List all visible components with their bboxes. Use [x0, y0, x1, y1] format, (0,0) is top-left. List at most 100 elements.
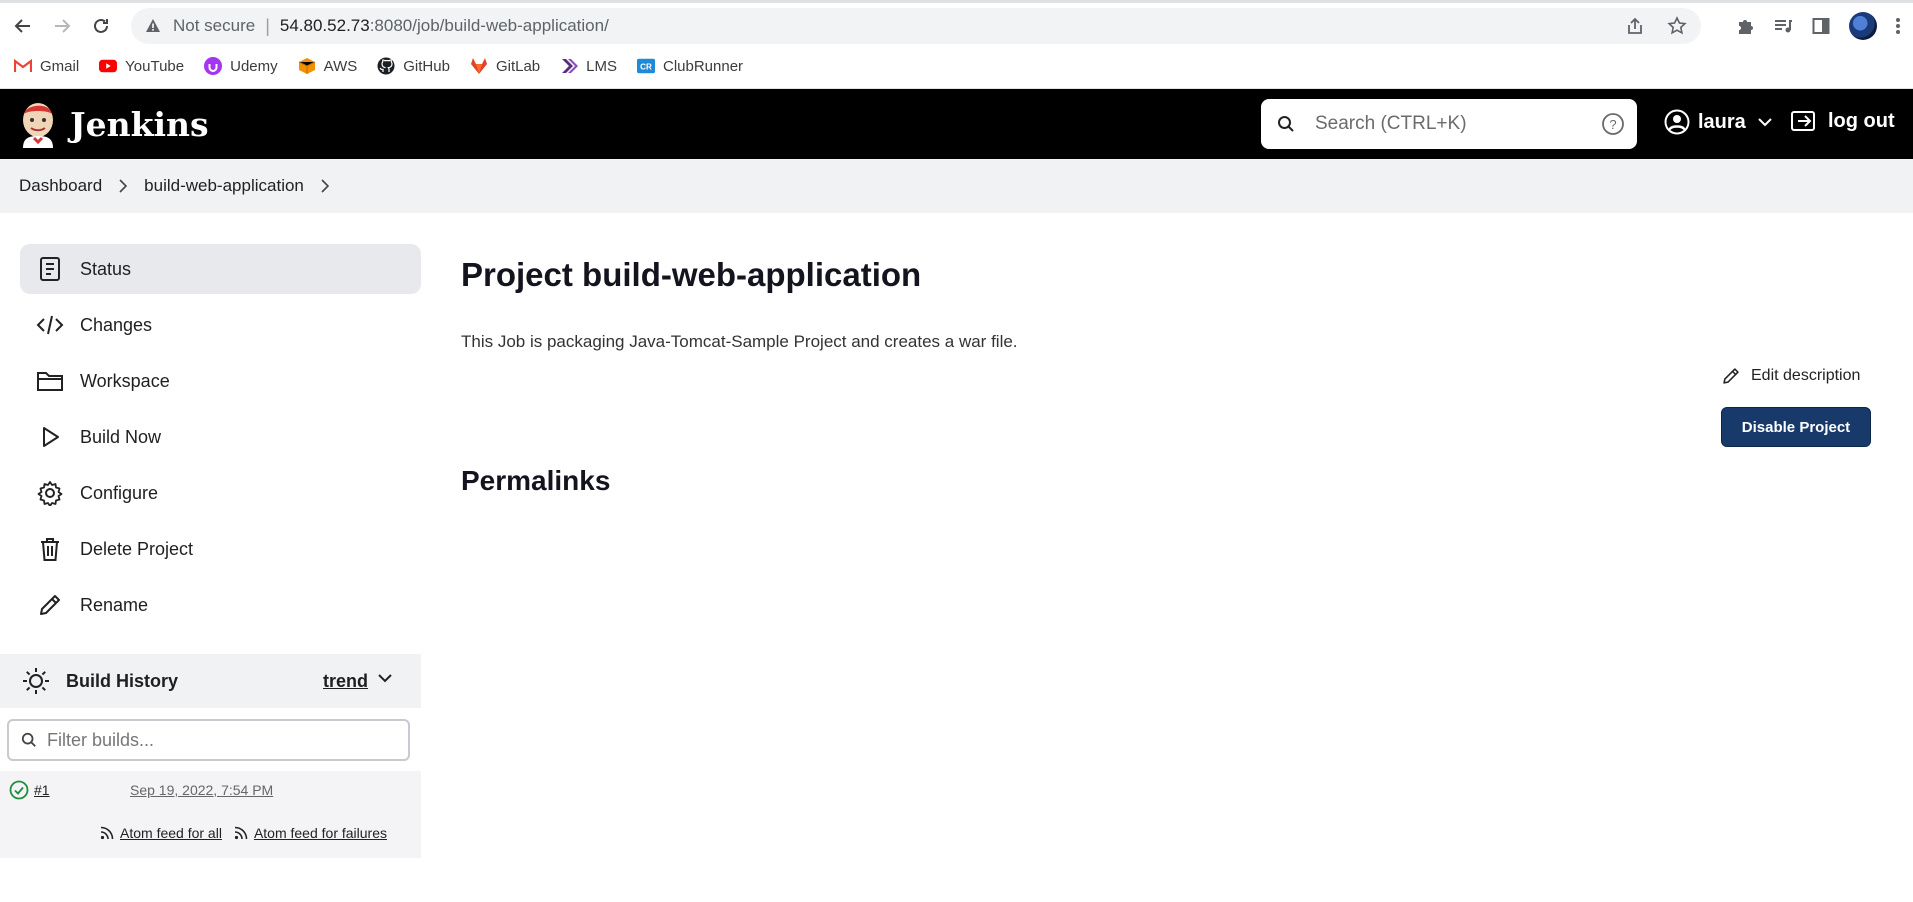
build-history-title: Build History — [66, 670, 179, 691]
tab-strip — [0, 0, 1913, 3]
gear-icon — [36, 479, 64, 507]
trash-icon — [36, 535, 64, 563]
search-box[interactable]: Search (CTRL+K) ? — [1261, 99, 1637, 149]
notepad-icon — [36, 255, 64, 283]
search-icon — [21, 732, 37, 748]
logout-label[interactable]: log out — [1828, 110, 1895, 133]
task-rename[interactable]: Rename — [20, 580, 421, 630]
youtube-icon — [99, 57, 118, 75]
bookmark-gitlab[interactable]: GitLab — [470, 57, 540, 75]
breadcrumb-dashboard[interactable]: Dashboard — [19, 176, 102, 196]
bookmark-aws[interactable]: AWS — [298, 57, 358, 75]
build-row: #1 Sep 19, 2022, 7:54 PM — [0, 771, 421, 808]
user-icon — [1664, 109, 1690, 135]
task-changes[interactable]: Changes — [20, 300, 421, 350]
sun-icon — [22, 667, 50, 695]
rss-icon — [234, 826, 248, 840]
arrow-left-icon — [14, 19, 30, 33]
user-menu[interactable]: laura — [1664, 109, 1772, 135]
side-panel-icon[interactable] — [1811, 16, 1831, 36]
trend-link[interactable]: trend — [323, 671, 368, 692]
share-icon[interactable] — [1625, 16, 1645, 36]
gmail-icon — [14, 57, 32, 75]
task-delete-project[interactable]: Delete Project — [20, 524, 421, 574]
search-input[interactable]: Search (CTRL+K) — [1315, 113, 1601, 135]
warning-icon[interactable] — [145, 18, 161, 34]
atom-feed-all-link[interactable]: Atom feed for all — [100, 825, 222, 841]
project-description: This Job is packaging Java-Tomcat-Sample… — [461, 332, 1018, 351]
task-configure[interactable]: Configure — [20, 468, 421, 518]
forward-button[interactable] — [46, 10, 78, 42]
code-icon — [36, 311, 64, 339]
bookmark-label: GitLab — [495, 57, 541, 75]
bookmark-lms[interactable]: LMS — [560, 57, 617, 75]
extensions-area — [1735, 7, 1913, 45]
bookmark-label: YouTube — [125, 57, 185, 75]
filter-builds-field[interactable] — [7, 719, 410, 761]
build-date-link[interactable]: Sep 19, 2022, 7:54 PM — [130, 782, 273, 798]
logout-link[interactable]: log out — [1790, 109, 1895, 133]
side-panel: Status Changes Workspace Build Now Confi… — [20, 244, 421, 636]
bookmark-youtube[interactable]: YouTube — [99, 57, 184, 75]
chevron-down-icon[interactable] — [378, 673, 392, 683]
svg-text:?: ? — [1609, 117, 1616, 132]
media-queue-icon[interactable] — [1773, 16, 1793, 36]
security-label[interactable]: Not secure — [173, 16, 255, 36]
task-label: Build Now — [80, 426, 162, 447]
puzzle-icon[interactable] — [1735, 16, 1755, 36]
gitlab-icon — [470, 57, 488, 75]
url-text[interactable]: 54.80.52.73:8080/job/build-web-applicati… — [280, 16, 609, 36]
arrow-right-icon — [55, 19, 71, 33]
task-status[interactable]: Status — [20, 244, 421, 294]
rss-icon — [100, 826, 114, 840]
jenkins-butler-icon — [23, 103, 53, 148]
bookmark-clubrunner[interactable]: CR ClubRunner — [637, 57, 743, 75]
pencil-icon — [1721, 366, 1741, 386]
clubrunner-icon: CR — [637, 57, 655, 75]
bookmark-label: GitHub — [403, 57, 450, 75]
reload-button[interactable] — [85, 10, 117, 42]
help-icon[interactable]: ? — [1601, 112, 1625, 136]
page-title: Project build-web-application — [461, 256, 922, 293]
build-number-link[interactable]: #1 — [34, 782, 50, 798]
bookmark-label: AWS — [323, 57, 358, 75]
github-icon — [377, 57, 395, 75]
atom-feeds: Atom feed for all Atom feed for failures — [0, 808, 421, 858]
back-button[interactable] — [7, 10, 39, 42]
atom-feed-all-label: Atom feed for all — [120, 825, 222, 841]
atom-feed-failures-link[interactable]: Atom feed for failures — [234, 825, 387, 841]
disable-project-button[interactable]: Disable Project — [1721, 407, 1871, 447]
breadcrumb-job[interactable]: build-web-application — [144, 176, 304, 196]
bookmark-udemy[interactable]: Udemy — [204, 57, 278, 75]
kebab-menu-icon[interactable] — [1895, 16, 1901, 36]
task-label: Rename — [80, 594, 149, 615]
star-icon[interactable] — [1667, 16, 1687, 36]
username[interactable]: laura — [1698, 111, 1746, 134]
task-build-now[interactable]: Build Now — [20, 412, 421, 462]
folder-icon — [36, 367, 64, 395]
task-label: Configure — [80, 482, 159, 503]
breadcrumb: Dashboard build-web-application — [0, 159, 1913, 213]
jenkins-home-link[interactable]: Jenkins — [18, 100, 209, 148]
main-panel: Project build-web-application This Job i… — [461, 244, 1018, 496]
task-label: Delete Project — [80, 538, 194, 559]
url-host: 54.80.52.73 — [279, 16, 370, 35]
logout-icon — [1790, 109, 1818, 133]
omnibox-separator: | — [265, 15, 270, 36]
filter-builds-input[interactable] — [47, 729, 387, 751]
task-workspace[interactable]: Workspace — [20, 356, 421, 406]
bookmarks-bar: Gmail YouTube Udemy AWS GitHub GitLab LM… — [0, 52, 1913, 80]
task-label: Status — [80, 258, 132, 279]
chevron-down-icon[interactable] — [1758, 117, 1772, 127]
edit-description-link[interactable]: Edit description — [1721, 366, 1860, 386]
bookmark-label: Udemy — [230, 57, 278, 75]
address-bar[interactable]: Not secure | 54.80.52.73:8080/job/build-… — [131, 8, 1701, 44]
chevron-right-icon[interactable] — [119, 179, 128, 193]
profile-avatar[interactable] — [1849, 12, 1877, 40]
chevron-right-icon[interactable] — [321, 179, 329, 193]
bookmark-github[interactable]: GitHub — [377, 57, 450, 75]
bookmark-gmail[interactable]: Gmail — [14, 57, 79, 75]
atom-feed-failures-label: Atom feed for failures — [253, 825, 387, 841]
aws-icon — [298, 57, 316, 75]
reload-icon — [94, 18, 108, 33]
